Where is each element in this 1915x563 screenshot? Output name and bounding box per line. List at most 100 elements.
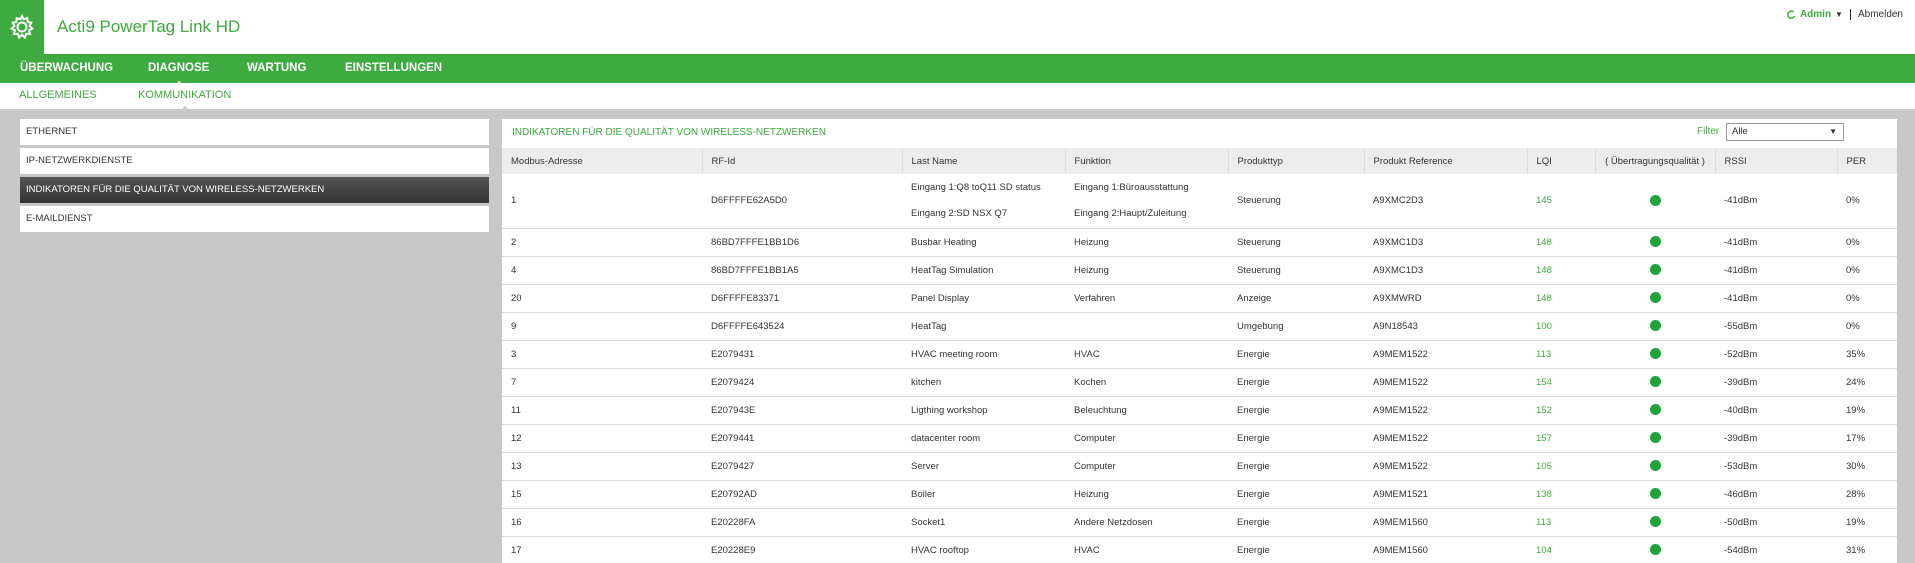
cell-produkttyp: Steuerung [1228,256,1364,285]
table-row: 13 E2079427 Server Computer Energie A9MEM1522… [502,452,1897,481]
user-menu[interactable]: Admin [1800,9,1831,20]
cell-per: 0% [1837,256,1897,285]
cell-funktion: HVAC [1065,340,1228,369]
filter-value: Alle [1732,126,1748,137]
column-header[interactable]: Produkttyp [1227,148,1364,174]
status-dot-icon [1649,348,1661,360]
cell-lqi: 148 [1527,284,1595,313]
cell-funktion: Computer [1065,452,1228,481]
cell-modbus: 7 [502,368,702,397]
cell-quality [1595,508,1715,537]
cell-rssi: -46dBm [1715,480,1837,509]
cell-funktion: Heizung [1065,228,1228,257]
cell-quality [1595,228,1715,257]
cell-per: 35% [1837,340,1897,369]
cell-modbus: 17 [502,536,702,563]
cell-reference: A9MEM1522 [1364,396,1527,425]
cell-quality [1595,174,1715,229]
cell-last-name: HVAC rooftop [902,536,1065,563]
cell-lqi: 113 [1527,340,1595,369]
column-header[interactable]: PER [1836,148,1897,174]
tab-einstellungen[interactable]: EINSTELLUNGEN [345,62,442,74]
cell-lqi: 104 [1527,536,1595,563]
column-header[interactable]: Produkt Reference [1363,148,1527,174]
status-dot-icon [1649,236,1661,248]
cell-per: 28% [1837,480,1897,509]
cell-rssi: -54dBm [1715,536,1837,563]
column-header[interactable]: RF-Id [701,148,902,174]
menu-item-ethernet[interactable]: ETHERNET [20,119,489,145]
cell-quality [1595,368,1715,397]
cell-funktion: Heizung [1065,480,1228,509]
cell-rssi: -39dBm [1715,424,1837,453]
tab-diagnose[interactable]: DIAGNOSE [148,62,209,86]
cell-modbus: 20 [502,284,702,313]
chevron-down-icon[interactable]: ▼ [1835,10,1843,19]
cell-rssi: -41dBm [1715,228,1837,257]
cell-last-name: Panel Display [902,284,1065,313]
cell-quality [1595,452,1715,481]
column-header[interactable]: LQI [1526,148,1595,174]
cell-modbus: 9 [502,312,702,341]
cell-per: 17% [1837,424,1897,453]
filter-label: Filter [1697,126,1720,137]
column-header[interactable]: ( Übertragungsqualität ) [1594,148,1715,174]
tab-ueberwachung[interactable]: ÜBERWACHUNG [20,62,113,74]
cell-rfid: E2079424 [702,368,902,397]
cell-rfid: E2079427 [702,452,902,481]
column-header[interactable]: Last Name [901,148,1065,174]
cell-modbus: 3 [502,340,702,369]
column-header[interactable]: RSSI [1714,148,1837,174]
cell-funktion: Eingang 1:Büroausstattung Eingang 2:Haupt… [1065,174,1228,229]
cell-rfid: E20228E9 [702,536,902,563]
cell-line: Eingang 1:Büroausstattung [1074,182,1189,194]
cell-last-name: Busbar Heating [902,228,1065,257]
cell-rfid: E2079441 [702,424,902,453]
status-dot-icon [1649,292,1661,304]
cell-reference: A9XMC1D3 [1364,256,1527,285]
main-nav: ÜBERWACHUNG DIAGNOSE WARTUNG EINSTELLUNG… [0,54,1915,86]
subtab-allgemeines[interactable]: ALLGEMEINES [19,89,97,101]
status-dot-icon [1649,195,1661,207]
cell-last-name: HeatTag Simulation [902,256,1065,285]
menu-item-ip-netzwerkdienste[interactable]: IP-NETZWERKDIENSTE [20,148,489,174]
cell-per: 0% [1837,312,1897,341]
table-row: 11 E207943E Ligthing workshop Beleuchtung En… [502,396,1897,425]
filter-select[interactable]: Alle ▼ [1726,123,1844,141]
cell-lqi: 157 [1527,424,1595,453]
cell-produkttyp: Energie [1228,452,1364,481]
cell-rssi: -52dBm [1715,340,1837,369]
menu-item-wireless-quality[interactable]: INDIKATOREN FÜR DIE QUALITÄT VON WIRELES… [20,177,489,203]
status-dot-icon [1649,264,1661,276]
cell-per: 24% [1837,368,1897,397]
cell-produkttyp: Energie [1228,396,1364,425]
cell-last-name: Eingang 1:Q8 toQ11 SD status Eingang 2:SD… [902,174,1065,229]
cell-lqi: 154 [1527,368,1595,397]
table-row: 15 E20792AD Boiler Heizung Energie A9MEM1521 1… [502,480,1897,509]
cell-last-name: HVAC meeting room [902,340,1065,369]
cell-rssi: -41dBm [1715,284,1837,313]
column-header[interactable]: Funktion [1064,148,1228,174]
cell-quality [1595,340,1715,369]
cell-modbus: 15 [502,480,702,509]
cell-funktion: Beleuchtung [1065,396,1228,425]
status-dot-icon [1649,488,1661,500]
logout-link[interactable]: Abmelden [1858,9,1903,20]
cell-produkttyp: Energie [1228,368,1364,397]
cell-rfid: D6FFFFE62A5D0 [702,174,902,229]
cell-per: 0% [1837,284,1897,313]
tab-wartung[interactable]: WARTUNG [247,62,306,74]
status-dot-icon [1649,404,1661,416]
cell-lqi: 148 [1527,256,1595,285]
cell-last-name: Socket1 [902,508,1065,537]
subtab-kommunikation[interactable]: KOMMUNIKATION [138,89,231,111]
cell-lqi: 148 [1527,228,1595,257]
status-dot-icon [1649,516,1661,528]
cell-reference: A9MEM1521 [1364,480,1527,509]
cell-reference: A9XMC2D3 [1364,174,1527,229]
menu-item-emaildienst[interactable]: E-MAILDIENST [20,206,489,232]
cell-per: 0% [1837,228,1897,257]
cell-last-name: kitchen [902,368,1065,397]
column-header[interactable]: Modbus-Adresse [502,148,702,174]
cell-reference: A9MEM1560 [1364,508,1527,537]
